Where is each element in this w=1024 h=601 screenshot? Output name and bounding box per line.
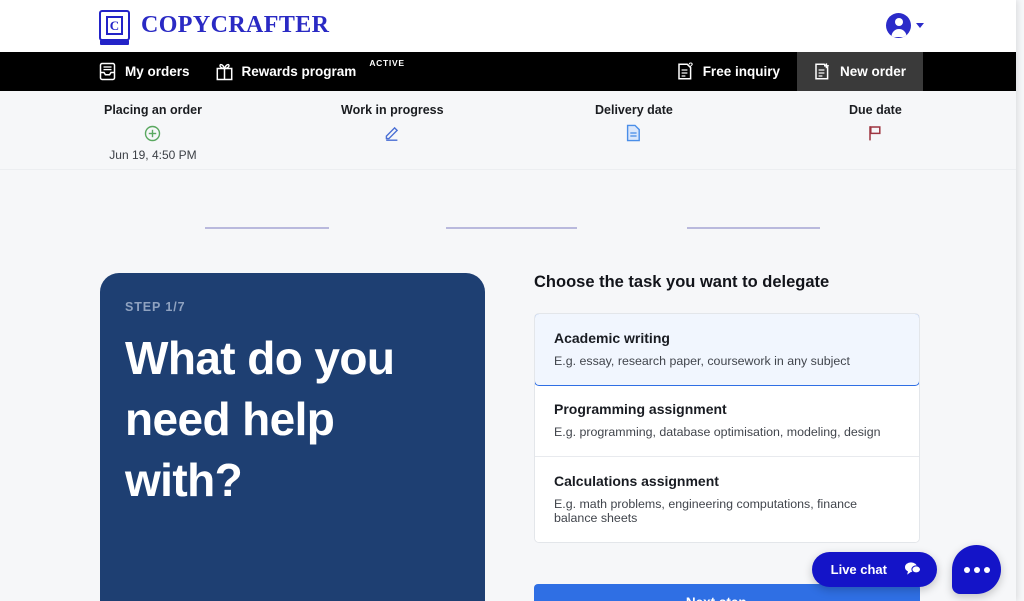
arrow-right-icon: → (755, 595, 769, 601)
svg-text:?: ? (688, 62, 693, 71)
step-label: Work in progress (341, 103, 444, 117)
document-question-icon: ? (677, 62, 694, 81)
next-step-label: Next step (686, 595, 747, 601)
ellipsis-icon (983, 566, 990, 573)
nav-label-new-order: New order (839, 64, 906, 79)
option-title: Programming assignment (554, 401, 727, 417)
progress-step-due-date: Due date (849, 103, 902, 142)
nav-item-new-order[interactable]: New order (796, 52, 923, 91)
speech-bubble-icon (904, 561, 921, 579)
step-counter: STEP 1/7 (125, 300, 186, 314)
account-menu[interactable] (886, 13, 924, 38)
pencil-icon (341, 124, 444, 142)
ellipsis-icon (963, 566, 970, 573)
ellipsis-icon (973, 566, 980, 573)
chevron-down-icon (916, 23, 924, 28)
task-option-academic-writing[interactable]: Academic writing E.g. essay, research pa… (535, 314, 919, 386)
hero-question: What do you need help with? (125, 332, 395, 507)
nav-item-rewards-program[interactable]: Rewards program ACTIVE (216, 52, 405, 91)
nav-label-free-inquiry: Free inquiry (702, 64, 780, 79)
step-label: Delivery date (595, 103, 673, 117)
nav-item-my-orders[interactable]: My orders (99, 52, 190, 91)
option-title: Academic writing (554, 330, 670, 346)
logo-letter: C (106, 16, 123, 35)
progress-step-delivery-date: Delivery date (595, 103, 673, 142)
nav-left-group: My orders Rewards program ACTIVE (99, 52, 405, 91)
nav-label-my-orders: My orders (125, 64, 190, 79)
task-option-calculations-assignment[interactable]: Calculations assignment E.g. math proble… (535, 457, 919, 542)
option-description: E.g. programming, database optimisation,… (554, 425, 881, 439)
brand-name: COPYCRAFTER (141, 12, 330, 38)
site-header: C COPYCRAFTER (0, 0, 1016, 52)
step-label: Placing an order (104, 103, 202, 117)
task-options-list: Academic writing E.g. essay, research pa… (534, 313, 920, 543)
panel-heading: Choose the task you want to delegate (534, 273, 830, 291)
page-content-area: C COPYCRAFTER My orders Rewards program … (0, 0, 1016, 601)
progress-step-work-in-progress: Work in progress (341, 103, 444, 142)
plus-circle-icon (104, 124, 202, 142)
main-navigation: My orders Rewards program ACTIVE ? Free … (0, 52, 1016, 91)
task-option-programming-assignment[interactable]: Programming assignment E.g. programming,… (535, 385, 919, 457)
brand-logo[interactable]: C COPYCRAFTER (99, 10, 330, 45)
app-page: C COPYCRAFTER My orders Rewards program … (0, 0, 1024, 601)
user-avatar-icon (886, 13, 911, 38)
step-label: Due date (849, 103, 902, 117)
document-plus-icon (814, 62, 831, 81)
option-description: E.g. math problems, engineering computat… (554, 497, 858, 525)
hero-card: STEP 1/7 What do you need help with? (100, 273, 485, 601)
progress-connector (205, 227, 329, 229)
progress-step-placing-an-order: Placing an order Jun 19, 4:50 PM (104, 103, 202, 162)
step-timestamp: Jun 19, 4:50 PM (109, 148, 197, 162)
option-description: E.g. essay, research paper, coursework i… (554, 354, 850, 368)
book-logo-icon: C (99, 10, 130, 45)
progress-connector (446, 227, 577, 229)
order-progress-tracker: Placing an order Jun 19, 4:50 PM Work in… (0, 91, 1016, 229)
flag-icon (849, 124, 902, 142)
nav-right-group: ? Free inquiry New order (660, 52, 923, 91)
nav-item-free-inquiry[interactable]: ? Free inquiry (660, 52, 797, 91)
rewards-active-badge: ACTIVE (369, 58, 405, 68)
gift-icon (216, 62, 233, 81)
live-chat-label: Live chat (830, 562, 887, 577)
document-icon (595, 124, 673, 142)
progress-connector (687, 227, 820, 229)
orders-tray-icon (99, 62, 116, 81)
logo-base (100, 40, 129, 45)
chat-fab-button[interactable] (952, 545, 1001, 594)
nav-label-rewards-program: Rewards program (241, 64, 357, 79)
option-title: Calculations assignment (554, 473, 719, 489)
live-chat-button[interactable]: Live chat (811, 552, 937, 587)
